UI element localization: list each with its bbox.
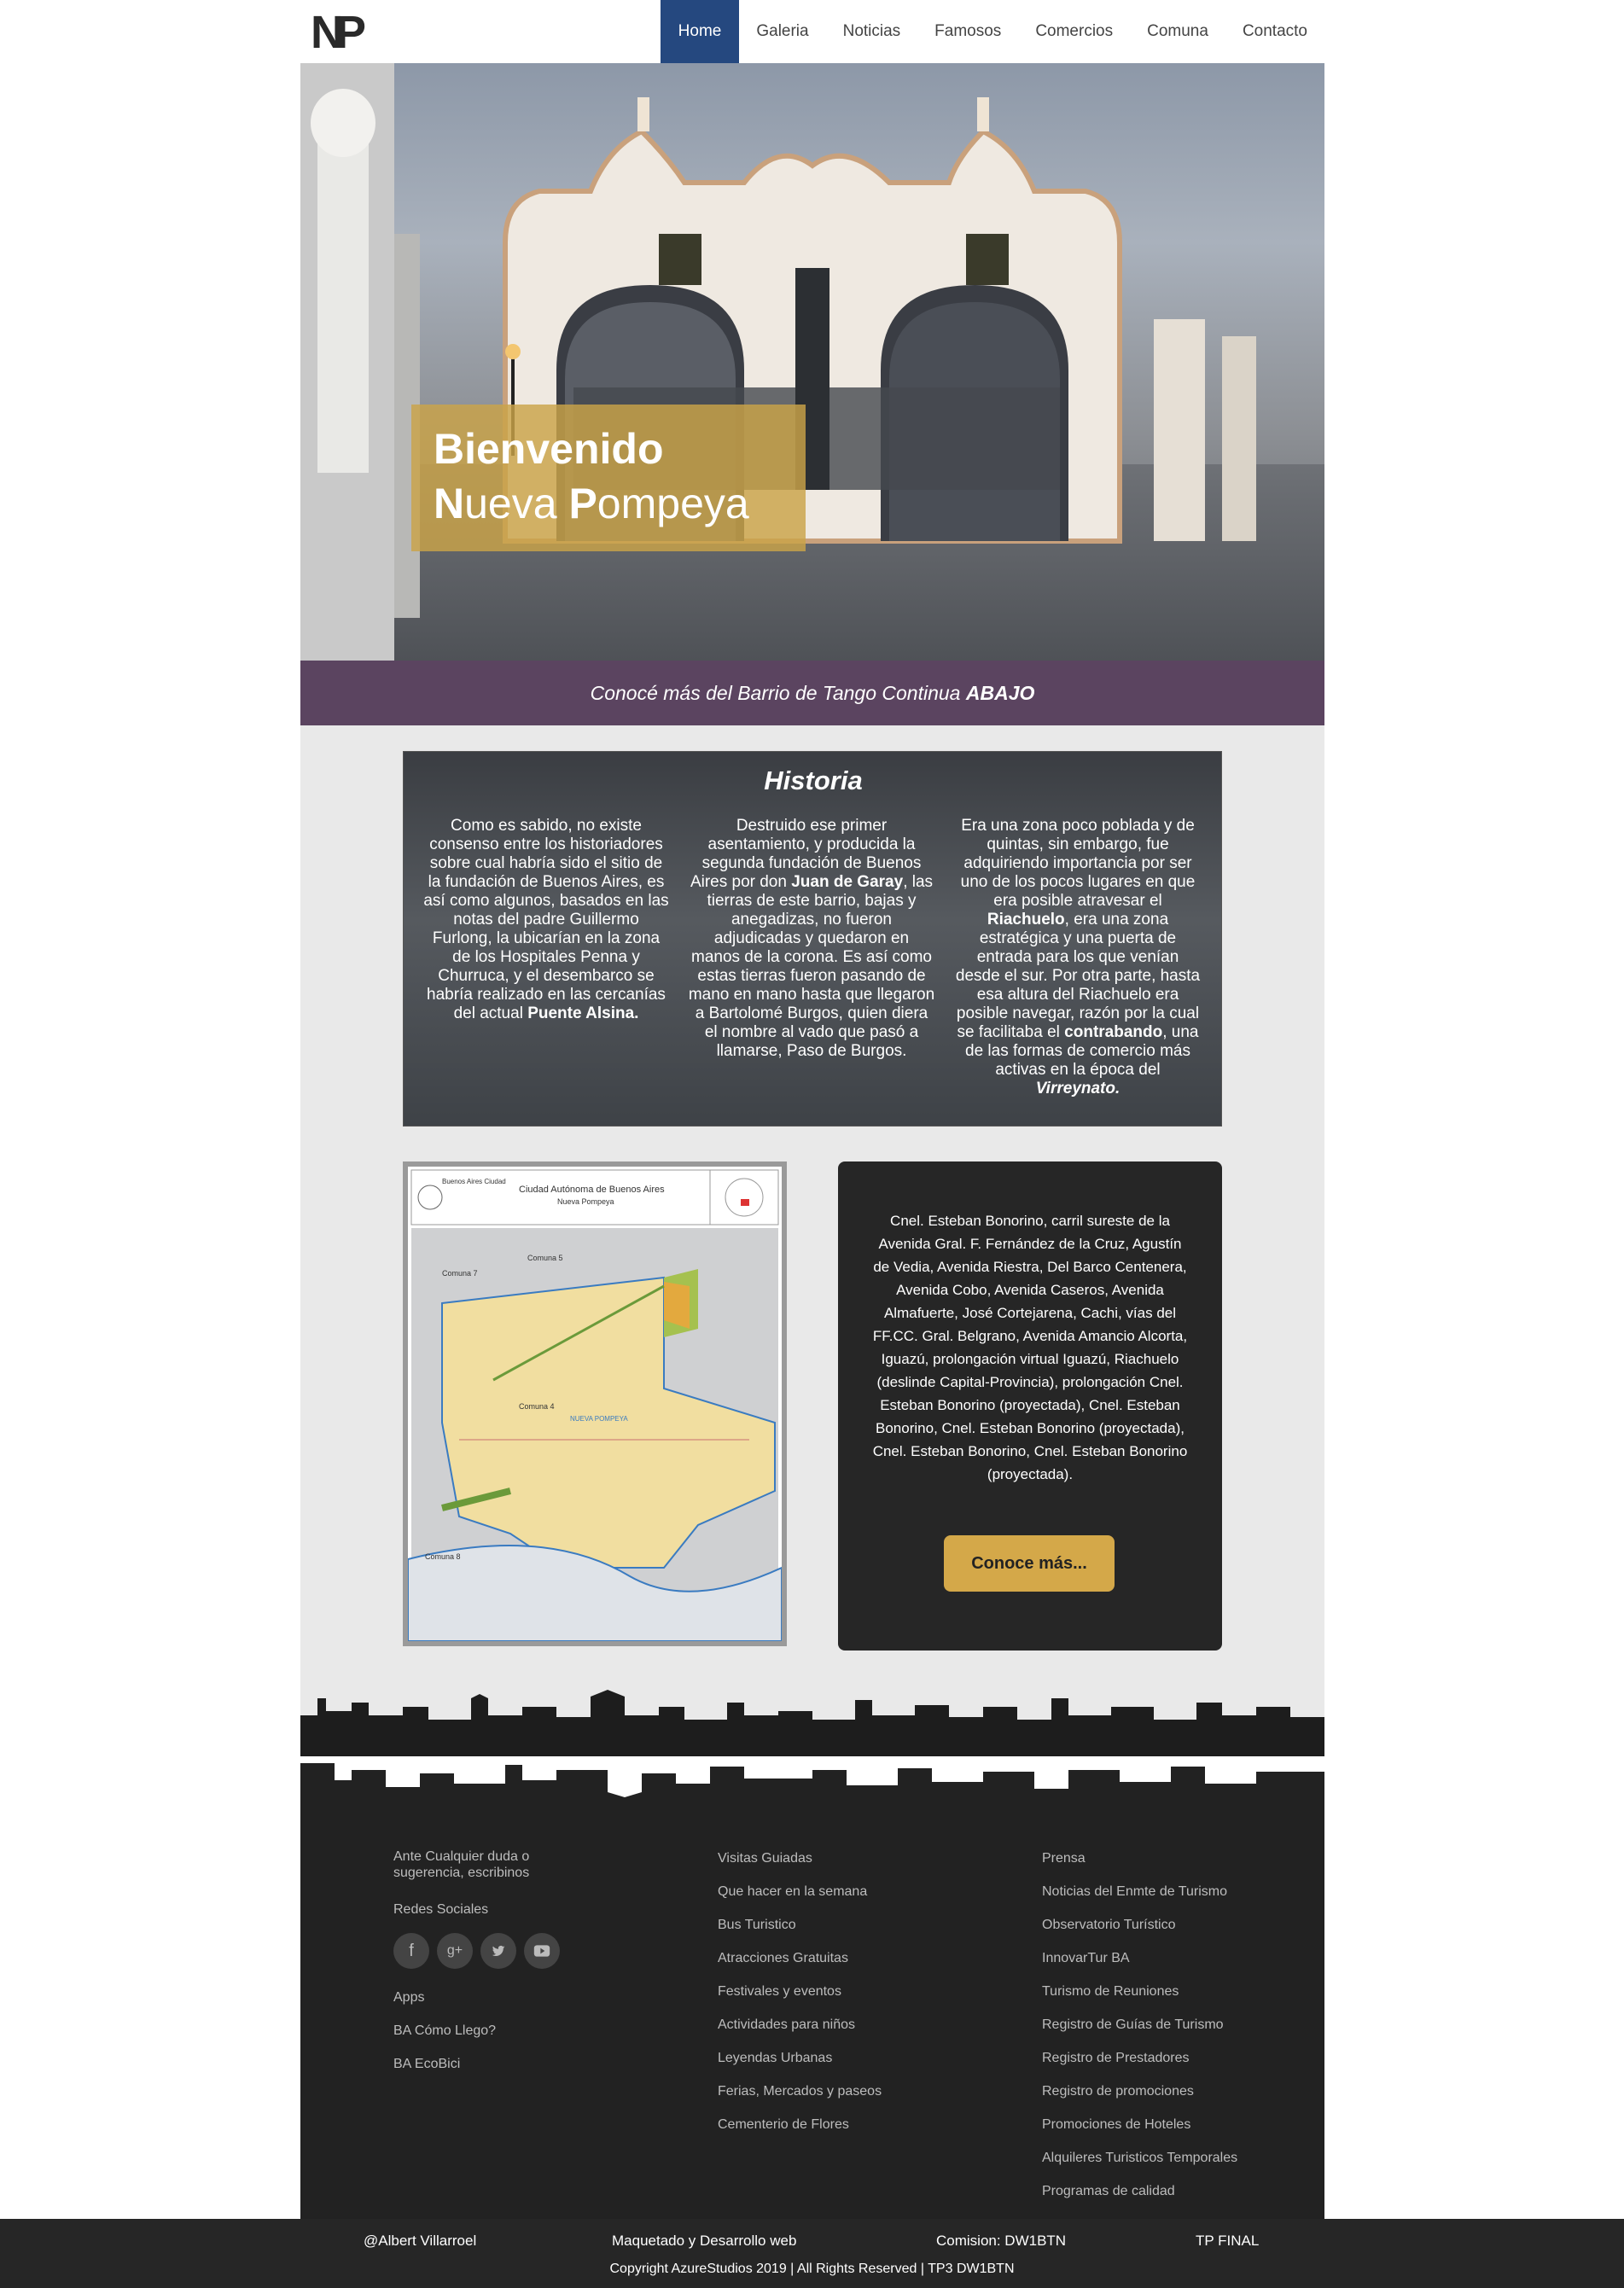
hero-building-illustration bbox=[300, 63, 1256, 661]
conoce-mas-button[interactable]: Conoce más... bbox=[944, 1535, 1115, 1592]
map-label-comuna-5: Comuna 5 bbox=[527, 1254, 563, 1262]
bottom-made: Maquetado y Desarrollo web bbox=[612, 2233, 797, 2249]
site-footer: Ante Cualquier duda o sugerencia, escrib… bbox=[300, 1818, 1324, 2219]
footer-link[interactable]: Noticias del Enmte de Turismo bbox=[1042, 1875, 1298, 1908]
youtube-icon[interactable] bbox=[524, 1933, 560, 1969]
historia-col3-bold-b: Riachuelo bbox=[987, 911, 1065, 929]
facebook-icon[interactable]: f bbox=[393, 1933, 429, 1969]
map-label-comuna-7: Comuna 7 bbox=[442, 1269, 478, 1278]
footer-link[interactable]: Registro de Guías de Turismo bbox=[1042, 2008, 1298, 2041]
historia-col-2: Destruido ese primer asentamiento, y pro… bbox=[688, 817, 935, 1061]
banner-text: Conocé más del Barrio de Tango Continua bbox=[590, 682, 966, 704]
footer-col-1: Ante Cualquier duda o sugerencia, escrib… bbox=[393, 1848, 581, 2081]
footer-link[interactable]: Promociones de Hoteles bbox=[1042, 2108, 1298, 2141]
historia-col1-text: Como es sabido, no existe consenso entre… bbox=[423, 817, 669, 1022]
map-subtitle: Nueva Pompeya bbox=[557, 1197, 614, 1206]
historia-col-1: Como es sabido, no existe consenso entre… bbox=[422, 817, 670, 1023]
nav-home[interactable]: Home bbox=[660, 0, 740, 63]
main-nav: Home Galeria Noticias Famosos Comercios … bbox=[660, 0, 1324, 63]
hero-subtitle-part2: ompeya bbox=[597, 480, 749, 527]
bottom-author[interactable]: @Albert Villarroel bbox=[364, 2233, 476, 2250]
site-header: NP Home Galeria Noticias Famosos Comerci… bbox=[300, 0, 1324, 63]
footer-link[interactable]: InnovarTur BA bbox=[1042, 1942, 1298, 1975]
bottom-bar: @Albert Villarroel Maquetado y Desarroll… bbox=[0, 2219, 1624, 2288]
hero-subtitle-cap-n: N bbox=[434, 480, 465, 527]
footer-link[interactable]: Registro de promociones bbox=[1042, 2075, 1298, 2108]
copyright: Copyright AzureStudios 2019 | All Rights… bbox=[609, 2262, 1015, 2276]
footer-link[interactable]: Prensa bbox=[1042, 1842, 1298, 1875]
historia-title: Historia bbox=[764, 766, 863, 795]
svg-text:NP: NP bbox=[311, 7, 365, 55]
map-label-comuna-4: Comuna 4 bbox=[519, 1402, 555, 1411]
twitter-icon[interactable] bbox=[480, 1933, 516, 1969]
map-header-left: Buenos Aires Ciudad bbox=[442, 1178, 506, 1185]
historia-col2-text-c: , las tierras de este barrio, bajas y an… bbox=[688, 873, 935, 1060]
map-label-nueva-pompeya: NUEVA POMPEYA bbox=[570, 1415, 628, 1423]
historia-col3-bold-f: Virreynato. bbox=[1035, 1080, 1121, 1097]
map-label-comuna-8: Comuna 8 bbox=[425, 1552, 461, 1561]
nav-galeria[interactable]: Galeria bbox=[739, 0, 825, 63]
footer-redes-sociales[interactable]: Redes Sociales bbox=[393, 1893, 581, 1926]
banner-emph: ABAJO bbox=[965, 682, 1035, 704]
footer-link[interactable]: Observatorio Turístico bbox=[1042, 1908, 1298, 1942]
nav-comuna[interactable]: Comuna bbox=[1130, 0, 1225, 63]
map-title: Ciudad Autónoma de Buenos Aires bbox=[519, 1185, 665, 1195]
hero-subtitle: Nueva Pompeya bbox=[434, 476, 749, 531]
footer-link[interactable]: Festivales y eventos bbox=[718, 1975, 940, 2008]
footer-link[interactable]: Leyendas Urbanas bbox=[718, 2041, 940, 2075]
historia-col-3: Era una zona poco poblada y de quintas, … bbox=[954, 817, 1202, 1098]
footer-link[interactable]: Que hacer en la semana bbox=[718, 1875, 940, 1908]
map-illustration: Buenos Aires Ciudad Ciudad Autónoma de B… bbox=[407, 1167, 783, 1642]
footer-link[interactable]: Registro de Prestadores bbox=[1042, 2041, 1298, 2075]
nav-noticias[interactable]: Noticias bbox=[826, 0, 918, 63]
footer-link[interactable]: Visitas Guiadas bbox=[718, 1842, 940, 1875]
footer-link-ba-como-llego[interactable]: BA Cómo Llego? bbox=[393, 2014, 581, 2047]
footer-link[interactable]: Bus Turistico bbox=[718, 1908, 940, 1942]
historia-col2-bold: Juan de Garay bbox=[791, 873, 904, 891]
bottom-comision: Comision: DW1BTN bbox=[936, 2233, 1067, 2249]
nav-famosos[interactable]: Famosos bbox=[917, 0, 1018, 63]
footer-link[interactable]: Ferias, Mercados y paseos bbox=[718, 2075, 940, 2108]
historia-col3-text-c: , era una zona estratégica y una puerta … bbox=[955, 911, 1201, 1041]
footer-link[interactable]: Turismo de Reuniones bbox=[1042, 1975, 1298, 2008]
footer-link[interactable]: Alquileres Turisticos Temporales bbox=[1042, 2141, 1298, 2174]
hero-title: Bienvenido bbox=[434, 425, 664, 473]
footer-col-3: Prensa Noticias del Enmte de Turismo Obs… bbox=[1042, 1842, 1298, 2208]
footer-link-apps[interactable]: Apps bbox=[393, 1981, 581, 2014]
nav-comercios[interactable]: Comercios bbox=[1018, 0, 1130, 63]
neighborhood-map[interactable]: Buenos Aires Ciudad Ciudad Autónoma de B… bbox=[403, 1161, 787, 1646]
site-logo[interactable]: NP bbox=[309, 7, 374, 55]
footer-contact-note: Ante Cualquier duda o sugerencia, escrib… bbox=[393, 1849, 530, 1880]
footer-link[interactable]: Atracciones Gratuitas bbox=[718, 1942, 940, 1975]
footer-link[interactable]: Cementerio de Flores bbox=[718, 2108, 940, 2141]
city-skyline bbox=[300, 1681, 1324, 1818]
nav-contacto[interactable]: Contacto bbox=[1225, 0, 1324, 63]
page-container: NP Home Galeria Noticias Famosos Comerci… bbox=[300, 0, 1324, 2219]
hero-subtitle-cap-p: P bbox=[568, 480, 597, 527]
hero-image: Bienvenido Nueva Pompeya bbox=[300, 63, 1324, 661]
footer-link[interactable]: Programas de calidad bbox=[1042, 2174, 1298, 2208]
google-plus-icon[interactable]: g+ bbox=[437, 1933, 473, 1969]
social-icons: f g+ bbox=[393, 1933, 581, 1969]
limits-card: Cnel. Esteban Bonorino, carril sureste d… bbox=[838, 1161, 1222, 1651]
footer-link-ba-ecobici[interactable]: BA EcoBici bbox=[393, 2047, 581, 2081]
historia-col3-bold-d: contrabando bbox=[1064, 1023, 1163, 1041]
limits-text: Cnel. Esteban Bonorino, carril sureste d… bbox=[872, 1213, 1188, 1482]
footer-col-2: Visitas Guiadas Que hacer en la semana B… bbox=[718, 1842, 940, 2141]
footer-link[interactable]: Actividades para niños bbox=[718, 2008, 940, 2041]
hero-subtitle-part1: ueva bbox=[464, 480, 569, 527]
historia-section: Historia Como es sabido, no existe conse… bbox=[403, 751, 1222, 1127]
continue-banner: Conocé más del Barrio de Tango Continua … bbox=[300, 661, 1324, 725]
bottom-tp-final: TP FINAL bbox=[1196, 2233, 1260, 2249]
historia-col3-text-a: Era una zona poco poblada y de quintas, … bbox=[960, 817, 1196, 910]
historia-col1-bold: Puente Alsina. bbox=[527, 1004, 639, 1022]
